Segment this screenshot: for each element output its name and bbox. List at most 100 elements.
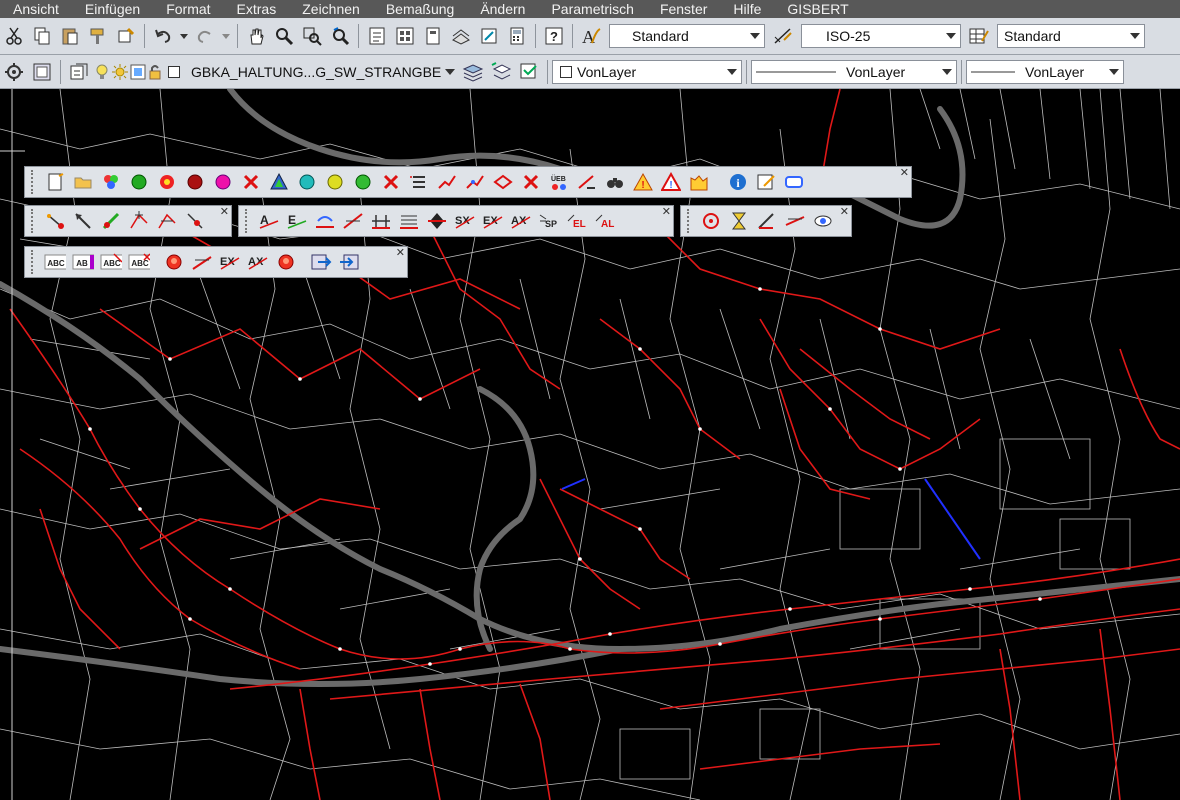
zoom-realtime-icon[interactable] bbox=[272, 24, 296, 48]
workspace-settings-icon[interactable] bbox=[2, 60, 26, 84]
block-editor-icon[interactable] bbox=[114, 24, 138, 48]
layer-select[interactable]: GBKA_HALTUNG...G_SW_STRANGBE bbox=[185, 60, 459, 84]
node-connect-icon[interactable] bbox=[44, 210, 66, 232]
delete-red-x-icon[interactable] bbox=[520, 171, 542, 193]
pan-icon[interactable] bbox=[244, 24, 268, 48]
text-style-select[interactable]: Standard bbox=[609, 24, 765, 48]
light-bulb-icon[interactable] bbox=[93, 60, 111, 84]
menu-fenster[interactable]: Fenster bbox=[647, 0, 720, 18]
red-button-2-icon[interactable] bbox=[275, 251, 297, 273]
info-icon[interactable]: i bbox=[727, 171, 749, 193]
menu-extras[interactable]: Extras bbox=[224, 0, 290, 18]
arrow-line-icon[interactable] bbox=[72, 210, 94, 232]
sx-icon[interactable]: SX bbox=[454, 210, 476, 232]
line-cross-icon[interactable] bbox=[191, 251, 213, 273]
layer-freeze-icon[interactable] bbox=[129, 60, 147, 84]
hatch-icon[interactable] bbox=[398, 210, 420, 232]
sun-icon[interactable] bbox=[111, 60, 129, 84]
toolbar-grip[interactable] bbox=[687, 209, 693, 233]
open-folder-icon[interactable] bbox=[72, 171, 94, 193]
abc-icon[interactable]: ABC bbox=[44, 251, 66, 273]
polyline-icon[interactable] bbox=[436, 171, 458, 193]
red-x-icon[interactable] bbox=[240, 171, 262, 193]
tool-palettes-icon[interactable] bbox=[421, 24, 445, 48]
ax-icon[interactable]: AX bbox=[510, 210, 532, 232]
cyan-dot-icon[interactable] bbox=[296, 171, 318, 193]
binoculars-icon[interactable] bbox=[604, 171, 626, 193]
layer-filter-icon[interactable] bbox=[100, 171, 122, 193]
label-e-icon[interactable]: E bbox=[286, 210, 308, 232]
menu-parametrisch[interactable]: Parametrisch bbox=[538, 0, 646, 18]
vertex-delete-icon[interactable] bbox=[184, 210, 206, 232]
layer-iso-icon[interactable] bbox=[517, 60, 541, 84]
calculator-icon[interactable] bbox=[505, 24, 529, 48]
menu-format[interactable]: Format bbox=[153, 0, 223, 18]
triangle-icon[interactable] bbox=[268, 171, 290, 193]
export-icon[interactable] bbox=[310, 251, 332, 273]
color-select[interactable]: VonLayer bbox=[552, 59, 742, 84]
dark-red-dot-icon[interactable] bbox=[184, 171, 206, 193]
ex-icon[interactable]: EX bbox=[482, 210, 504, 232]
warning-2-icon[interactable]: ! bbox=[660, 171, 682, 193]
edit-form-icon[interactable] bbox=[755, 171, 777, 193]
chart-icon[interactable] bbox=[688, 171, 710, 193]
dimension-icon[interactable] bbox=[370, 210, 392, 232]
line-edit-icon[interactable] bbox=[784, 210, 806, 232]
redo-dropdown-icon[interactable] bbox=[221, 24, 231, 48]
text-style-icon[interactable]: A bbox=[579, 24, 603, 48]
undo-dropdown-icon[interactable] bbox=[179, 24, 189, 48]
pencil-line-icon[interactable] bbox=[100, 210, 122, 232]
close-icon[interactable]: ✕ bbox=[662, 206, 671, 218]
paste-icon[interactable] bbox=[58, 24, 82, 48]
menu-einfuegen[interactable]: Einfügen bbox=[72, 0, 153, 18]
edit-line-icon[interactable] bbox=[576, 171, 598, 193]
dim-style-select[interactable]: ISO-25 bbox=[801, 24, 961, 48]
ax-2-icon[interactable]: AX bbox=[247, 251, 269, 273]
green-dot-2-icon[interactable] bbox=[352, 171, 374, 193]
target-icon[interactable] bbox=[700, 210, 722, 232]
green-dot-icon[interactable] bbox=[128, 171, 150, 193]
menu-gisbert[interactable]: GISBERT bbox=[774, 0, 861, 18]
undo-icon[interactable] bbox=[151, 24, 175, 48]
label-a-icon[interactable]: A bbox=[258, 210, 280, 232]
rotate-icon[interactable] bbox=[314, 210, 336, 232]
toolbar-grip[interactable] bbox=[31, 170, 37, 194]
sheet-set-icon[interactable] bbox=[449, 24, 473, 48]
import-icon[interactable] bbox=[338, 251, 360, 273]
red-x-2-icon[interactable] bbox=[380, 171, 402, 193]
vertex-add-icon[interactable] bbox=[128, 210, 150, 232]
toolbar-grip[interactable] bbox=[31, 250, 37, 274]
menu-bemassung[interactable]: Bemaßung bbox=[373, 0, 467, 18]
layer-lock-icon[interactable] bbox=[147, 60, 165, 84]
layer-previous-icon[interactable] bbox=[489, 60, 513, 84]
yellow-dot-icon[interactable] bbox=[324, 171, 346, 193]
close-icon[interactable]: ✕ bbox=[840, 206, 849, 218]
menu-ansicht[interactable]: Ansicht bbox=[0, 0, 72, 18]
close-icon[interactable]: ✕ bbox=[220, 206, 229, 218]
design-center-icon[interactable] bbox=[393, 24, 417, 48]
polyline-edit-icon[interactable] bbox=[464, 171, 486, 193]
table-style-icon[interactable] bbox=[967, 24, 991, 48]
cut-icon[interactable] bbox=[2, 24, 26, 48]
node-icon[interactable] bbox=[492, 171, 514, 193]
hourglass-icon[interactable] bbox=[728, 210, 750, 232]
abc-delete-icon[interactable]: ABC bbox=[128, 251, 150, 273]
markup-icon[interactable] bbox=[477, 24, 501, 48]
toolbar-grip[interactable] bbox=[31, 209, 37, 233]
layer-properties-icon[interactable] bbox=[30, 60, 54, 84]
tool-icon[interactable] bbox=[756, 210, 778, 232]
zoom-window-icon[interactable] bbox=[300, 24, 324, 48]
line-red-icon[interactable] bbox=[342, 210, 364, 232]
al-icon[interactable]: AL bbox=[594, 210, 616, 232]
copy-icon[interactable] bbox=[30, 24, 54, 48]
ex-2-icon[interactable]: EX bbox=[219, 251, 241, 273]
help-icon[interactable]: ? bbox=[542, 24, 566, 48]
warning-icon[interactable]: ! bbox=[632, 171, 654, 193]
menu-aendern[interactable]: Ändern bbox=[467, 0, 538, 18]
abc-purple-icon[interactable]: AB bbox=[72, 251, 94, 273]
redo-icon[interactable] bbox=[193, 24, 217, 48]
view-icon[interactable] bbox=[812, 210, 834, 232]
sp-icon[interactable]: SP bbox=[538, 210, 560, 232]
match-properties-icon[interactable] bbox=[86, 24, 110, 48]
vertex-move-icon[interactable] bbox=[156, 210, 178, 232]
